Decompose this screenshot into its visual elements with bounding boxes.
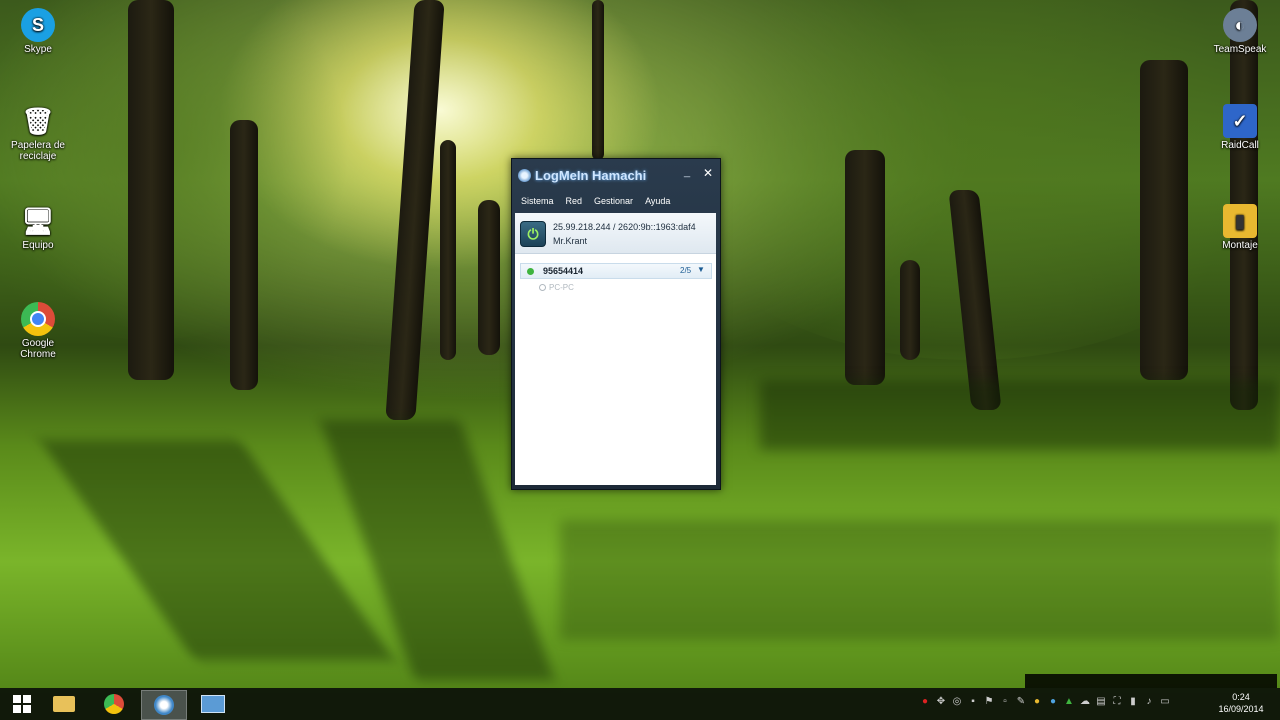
cloud-icon[interactable]: ☁ <box>1080 696 1090 708</box>
power-button[interactable]: ⏻ <box>520 221 546 247</box>
peer-item[interactable]: PC-PC <box>539 283 574 292</box>
desktop-icon-chrome[interactable]: Google Chrome <box>3 302 73 360</box>
desktop-icon-label: Papelera de reciclaje <box>11 140 65 162</box>
desktop-icon-montaje[interactable]: ▮ Montaje <box>1205 204 1275 251</box>
tray-app-icon[interactable]: ● <box>1048 696 1058 708</box>
flag-icon[interactable]: ⚑ <box>984 696 994 708</box>
record-icon[interactable]: ● <box>920 696 930 708</box>
desktop-icon-label: RaidCall <box>1221 140 1259 151</box>
network-online-icon <box>527 268 534 275</box>
tray-app-icon[interactable]: ▫ <box>1000 696 1010 708</box>
steam-icon[interactable]: ◎ <box>952 696 962 708</box>
system-tray: ● ✥ ◎ ▪ ⚑ ▫ ✎ ● ● ▲ ☁ ▤ ⛶ ▮ ♪ ▭ <box>920 696 1170 708</box>
recycle-bin-icon: 🗑 <box>21 105 55 136</box>
montage-icon: ▮ <box>1223 204 1257 238</box>
tray-app-icon[interactable]: ✥ <box>936 696 946 708</box>
computer-icon: 🖥 <box>21 205 55 236</box>
network-row[interactable]: 95654414 2/5 ▼ <box>520 263 712 279</box>
menu-gestionar[interactable]: Gestionar <box>588 194 639 210</box>
taskbar: ● ✥ ◎ ▪ ⚑ ▫ ✎ ● ● ▲ ☁ ▤ ⛶ ▮ ♪ ▭ 0:24 16/… <box>0 688 1280 720</box>
desktop-icon-label: Montaje <box>1222 240 1258 251</box>
windows-logo-icon <box>13 695 31 713</box>
hamachi-window: LogMeIn Hamachi _ ✕ Sistema Red Gestiona… <box>511 158 721 490</box>
taskbar-remote-desktop[interactable] <box>191 690 235 718</box>
tray-app-icon[interactable]: ✎ <box>1016 696 1026 708</box>
peer-offline-icon <box>539 284 546 292</box>
tray-app-icon[interactable]: ▤ <box>1096 696 1106 708</box>
peer-name: PC-PC <box>549 283 574 292</box>
tray-app-icon[interactable]: ▪ <box>968 696 978 708</box>
clock-time: 0:24 <box>1232 692 1250 702</box>
menu-ayuda[interactable]: Ayuda <box>639 194 676 210</box>
desktop-icon-computer[interactable]: 🖥 Equipo <box>3 204 73 252</box>
folder-icon <box>53 696 75 712</box>
network-id: 95654414 <box>543 266 584 276</box>
remote-desktop-icon <box>201 695 225 713</box>
close-button[interactable]: ✕ <box>700 165 716 181</box>
tray-app-icon[interactable]: ▭ <box>1160 696 1170 708</box>
ip-address: 25.99.218.244 / 2620:9b::1963:daf4 <box>553 222 696 232</box>
desktop-icon-label: Equipo <box>22 240 54 251</box>
desktop-icon-teamspeak[interactable]: ◐ TeamSpeak <box>1205 8 1275 55</box>
desktop-icon-label: Google Chrome <box>20 338 56 360</box>
taskbar-clock[interactable]: 0:24 16/09/2014 <box>1212 691 1270 715</box>
chrome-icon <box>104 694 124 714</box>
window-title: LogMeIn Hamachi <box>518 165 646 185</box>
status-panel: ⏻ 25.99.218.244 / 2620:9b::1963:daf4 Mr.… <box>515 213 716 254</box>
taskbar-hamachi[interactable] <box>141 690 187 720</box>
desktop-icon-label: Skype <box>24 44 52 55</box>
desktop-icon-recycle-bin[interactable]: 🗑 Papelera de reciclaje <box>3 104 73 163</box>
desktop-icon-raidcall[interactable]: ✓ RaidCall <box>1205 104 1275 151</box>
desktop-icon-label: TeamSpeak <box>1213 44 1267 55</box>
recorder-toolbar[interactable] <box>1025 674 1277 688</box>
desktop-icon-skype[interactable]: S Skype <box>3 8 73 55</box>
tray-app-icon[interactable]: ⛶ <box>1112 696 1122 708</box>
volume-icon[interactable]: ♪ <box>1144 696 1154 708</box>
clock-date: 16/09/2014 <box>1218 704 1264 714</box>
menu-sistema[interactable]: Sistema <box>515 194 560 210</box>
network-member-count: 2/5 <box>680 266 692 275</box>
hamachi-client-area: ⏻ 25.99.218.244 / 2620:9b::1963:daf4 Mr.… <box>515 213 716 485</box>
taskbar-file-explorer[interactable] <box>42 690 86 718</box>
start-button[interactable] <box>0 690 44 718</box>
chrome-icon <box>21 302 55 336</box>
menu-red[interactable]: Red <box>560 194 589 210</box>
raidcall-icon: ✓ <box>1223 104 1257 138</box>
tray-app-icon[interactable]: ▲ <box>1064 696 1074 708</box>
menu-bar: Sistema Red Gestionar Ayuda <box>515 194 676 210</box>
window-title-text: LogMeIn Hamachi <box>535 167 647 183</box>
client-nickname: Mr.Krant <box>553 236 588 246</box>
hamachi-logo-icon <box>518 168 531 182</box>
taskbar-chrome[interactable] <box>92 690 136 718</box>
skype-icon: S <box>21 8 55 42</box>
hamachi-icon <box>154 695 174 715</box>
minimize-button[interactable]: _ <box>680 167 694 181</box>
teamspeak-icon: ◐ <box>1223 8 1257 42</box>
tray-app-icon[interactable]: ● <box>1032 696 1042 708</box>
chevron-down-icon[interactable]: ▼ <box>697 265 705 274</box>
network-icon[interactable]: ▮ <box>1128 696 1138 708</box>
